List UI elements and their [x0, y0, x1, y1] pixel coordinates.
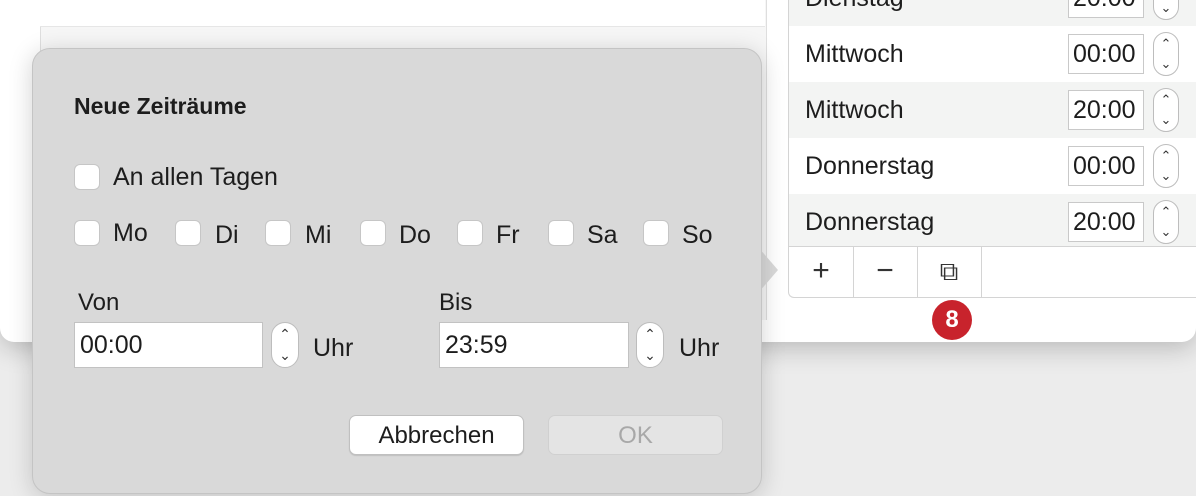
checkbox-sa[interactable] — [548, 220, 574, 246]
add-slot-button[interactable]: + — [789, 247, 854, 297]
time-slot-table: Dienstag 20:00 ⌃ ⌄ Mittwoch 00:00 ⌃ ⌄ Mi… — [788, 0, 1196, 248]
row-time-stepper[interactable]: ⌃ ⌄ — [1153, 32, 1179, 76]
checkbox-do[interactable] — [360, 220, 386, 246]
chevron-up-icon[interactable]: ⌃ — [272, 324, 298, 345]
to-time-stepper[interactable]: ⌃ ⌄ — [636, 322, 664, 368]
row-day: Mittwoch — [805, 40, 904, 68]
background-left-panel-header — [40, 0, 765, 27]
row-time-field[interactable]: 20:00 — [1068, 90, 1144, 130]
table-row[interactable]: Mittwoch 20:00 ⌃ ⌄ — [789, 82, 1196, 138]
table-row[interactable]: Dienstag 20:00 ⌃ ⌄ — [789, 0, 1196, 26]
chevron-down-icon[interactable]: ⌄ — [272, 345, 298, 366]
all-days-label: An allen Tagen — [113, 163, 278, 191]
from-time-input[interactable]: 00:00 — [74, 322, 263, 368]
chevron-up-icon[interactable]: ⌃ — [1154, 146, 1178, 166]
to-label: Bis — [439, 289, 473, 316]
checkbox-di[interactable] — [175, 220, 201, 246]
chevron-up-icon[interactable]: ⌃ — [637, 324, 663, 345]
table-row[interactable]: Donnerstag 00:00 ⌃ ⌄ — [789, 138, 1196, 194]
cancel-button[interactable]: Abbrechen — [349, 415, 524, 455]
table-row[interactable]: Donnerstag 20:00 ⌃ ⌄ — [789, 194, 1196, 248]
step-number-badge: 8 — [932, 300, 972, 340]
table-row[interactable]: Mittwoch 00:00 ⌃ ⌄ — [789, 26, 1196, 82]
row-day: Mittwoch — [805, 96, 904, 124]
checkbox-label-so: So — [682, 221, 713, 249]
row-time-stepper[interactable]: ⌃ ⌄ — [1153, 0, 1179, 20]
checkbox-label-fr: Fr — [496, 221, 520, 249]
chevron-up-icon[interactable]: ⌃ — [1154, 202, 1178, 222]
row-day: Donnerstag — [805, 152, 935, 180]
checkbox-mi[interactable] — [265, 220, 291, 246]
to-unit-label: Uhr — [679, 334, 720, 362]
duplicate-icon[interactable]: ⧉ — [917, 247, 982, 297]
checkbox-label-do: Do — [399, 221, 431, 249]
new-time-ranges-popover: Neue Zeiträume An allen Tagen Mo Di Mi D… — [32, 48, 762, 494]
remove-slot-button[interactable]: − — [853, 247, 918, 297]
row-time-field[interactable]: 00:00 — [1068, 146, 1144, 186]
from-time-stepper[interactable]: ⌃ ⌄ — [271, 322, 299, 368]
chevron-down-icon[interactable]: ⌄ — [1154, 0, 1178, 18]
chevron-down-icon[interactable]: ⌄ — [1154, 222, 1178, 242]
checkbox-label-mo: Mo — [113, 219, 148, 247]
chevron-down-icon[interactable]: ⌄ — [637, 345, 663, 366]
popover-title: Neue Zeiträume — [74, 93, 247, 119]
row-time-field[interactable]: 20:00 — [1068, 202, 1144, 242]
chevron-down-icon[interactable]: ⌄ — [1154, 110, 1178, 130]
row-time-stepper[interactable]: ⌃ ⌄ — [1153, 200, 1179, 244]
row-time-stepper[interactable]: ⌃ ⌄ — [1153, 144, 1179, 188]
checkbox-so[interactable] — [643, 220, 669, 246]
row-day: Dienstag — [805, 0, 904, 26]
checkbox-label-di: Di — [215, 221, 239, 249]
from-label: Von — [78, 289, 120, 316]
checkbox-mo[interactable] — [74, 220, 100, 246]
table-toolbar: + − ⧉ — [788, 246, 1196, 298]
row-time-stepper[interactable]: ⌃ ⌄ — [1153, 88, 1179, 132]
checkbox-label-mi: Mi — [305, 221, 332, 249]
checkbox-fr[interactable] — [457, 220, 483, 246]
to-time-input[interactable]: 23:59 — [439, 322, 629, 368]
chevron-down-icon[interactable]: ⌄ — [1154, 54, 1178, 74]
row-day: Donnerstag — [805, 208, 935, 236]
all-days-checkbox[interactable] — [74, 164, 100, 190]
chevron-down-icon[interactable]: ⌄ — [1154, 166, 1178, 186]
row-time-field[interactable]: 00:00 — [1068, 34, 1144, 74]
row-time-field[interactable]: 20:00 — [1068, 0, 1144, 18]
from-unit-label: Uhr — [313, 334, 354, 362]
ok-button[interactable]: OK — [548, 415, 723, 455]
chevron-up-icon[interactable]: ⌃ — [1154, 90, 1178, 110]
checkbox-label-sa: Sa — [587, 221, 618, 249]
chevron-up-icon[interactable]: ⌃ — [1154, 34, 1178, 54]
